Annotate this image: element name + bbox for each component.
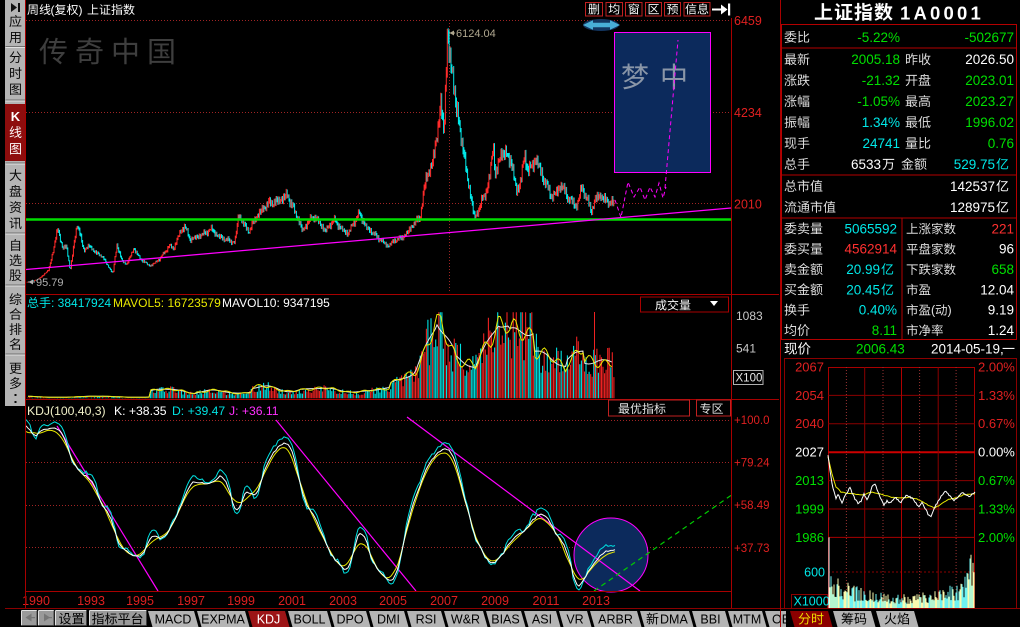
svg-text:1999: 1999 xyxy=(795,501,824,516)
svg-text:J: +36.11: J: +36.11 xyxy=(229,404,279,418)
svg-text:5065592: 5065592 xyxy=(844,221,897,236)
svg-text:1A0001: 1A0001 xyxy=(900,3,984,24)
svg-text:MACD: MACD xyxy=(155,613,192,627)
svg-text:-1.05%: -1.05% xyxy=(857,94,900,109)
svg-text:20.99: 20.99 xyxy=(846,262,880,277)
svg-text:658: 658 xyxy=(991,262,1014,277)
svg-text:1993: 1993 xyxy=(77,594,105,608)
svg-text:2010: 2010 xyxy=(734,198,762,212)
svg-text:1083: 1083 xyxy=(736,309,763,323)
svg-text:2001: 2001 xyxy=(278,594,306,608)
svg-text:BBI: BBI xyxy=(700,613,720,627)
svg-text:95.79: 95.79 xyxy=(36,277,64,289)
svg-text:DMA: DMA xyxy=(660,613,688,627)
svg-text:0.00%: 0.00% xyxy=(978,445,1015,460)
svg-text:0.67%: 0.67% xyxy=(978,473,1015,488)
svg-text:4234: 4234 xyxy=(734,106,762,120)
svg-text:2013: 2013 xyxy=(795,473,824,488)
svg-text:6533: 6533 xyxy=(851,157,881,172)
svg-text:): ) xyxy=(79,3,83,17)
svg-text:2013: 2013 xyxy=(582,594,610,608)
svg-text:(: ( xyxy=(51,3,55,17)
svg-text:-21.32: -21.32 xyxy=(862,73,900,88)
svg-text:1999: 1999 xyxy=(227,594,255,608)
svg-text:MAVOL5: 16723579: MAVOL5: 16723579 xyxy=(113,296,221,310)
svg-text:X100: X100 xyxy=(736,373,763,385)
svg-text:2005.18: 2005.18 xyxy=(851,52,900,67)
svg-text:2023.01: 2023.01 xyxy=(965,73,1014,88)
svg-text:1995: 1995 xyxy=(126,594,154,608)
svg-text:ASI: ASI xyxy=(532,613,552,627)
svg-text:2007: 2007 xyxy=(430,594,458,608)
svg-text:1.33%: 1.33% xyxy=(978,501,1015,516)
svg-text:4562914: 4562914 xyxy=(844,242,897,257)
svg-text:2005: 2005 xyxy=(379,594,407,608)
svg-text:9.19: 9.19 xyxy=(988,303,1014,318)
svg-text:2011: 2011 xyxy=(533,594,560,608)
svg-text:): ) xyxy=(948,304,952,318)
svg-text:96: 96 xyxy=(999,242,1014,257)
svg-text:2067: 2067 xyxy=(795,360,824,375)
svg-text:8.11: 8.11 xyxy=(872,323,897,338)
svg-text:2.00%: 2.00% xyxy=(978,530,1015,545)
svg-text:DMI: DMI xyxy=(377,613,400,627)
svg-text:2003: 2003 xyxy=(329,594,357,608)
svg-text:142537: 142537 xyxy=(950,179,995,194)
svg-text:1.34%: 1.34% xyxy=(862,115,900,130)
svg-text:2027: 2027 xyxy=(795,445,824,460)
svg-text:2026.50: 2026.50 xyxy=(965,52,1014,67)
svg-text:BIAS: BIAS xyxy=(491,613,520,627)
svg-text:0.76: 0.76 xyxy=(988,136,1014,151)
svg-text:KDJ: KDJ xyxy=(257,613,281,627)
svg-text:1.24: 1.24 xyxy=(988,323,1015,338)
svg-text:2054: 2054 xyxy=(795,388,824,403)
svg-text:VR: VR xyxy=(566,613,583,627)
svg-text:DPO: DPO xyxy=(336,613,363,627)
svg-text:+79.24: +79.24 xyxy=(734,458,770,470)
svg-text:1997: 1997 xyxy=(177,594,205,608)
svg-text:MTM: MTM xyxy=(733,613,761,627)
svg-text:0.67%: 0.67% xyxy=(978,416,1015,431)
svg-text:BOLL: BOLL xyxy=(294,613,326,627)
svg-text:529.75: 529.75 xyxy=(954,157,995,172)
svg-text:221: 221 xyxy=(991,221,1014,236)
svg-text:2009: 2009 xyxy=(481,594,509,608)
svg-text:2.00%: 2.00% xyxy=(978,360,1015,375)
svg-text:6459: 6459 xyxy=(734,14,762,28)
svg-text:K: +38.35: K: +38.35 xyxy=(114,404,167,418)
svg-text:2006.43: 2006.43 xyxy=(856,342,905,357)
svg-text:+100.0: +100.0 xyxy=(734,415,770,427)
svg-text:ARBR: ARBR xyxy=(598,613,633,627)
svg-text:W&R: W&R xyxy=(451,613,480,627)
svg-text:-5.22%: -5.22% xyxy=(857,30,900,45)
svg-text:KDJ(100,40,3): KDJ(100,40,3) xyxy=(27,404,106,418)
svg-text:2023.27: 2023.27 xyxy=(965,94,1014,109)
svg-text:+37.73: +37.73 xyxy=(734,543,770,555)
svg-text:1.33%: 1.33% xyxy=(978,388,1015,403)
svg-text:2040: 2040 xyxy=(795,416,824,431)
svg-text:1986: 1986 xyxy=(795,530,824,545)
svg-text:600: 600 xyxy=(804,566,825,580)
svg-text:D: +39.47: D: +39.47 xyxy=(172,404,225,418)
svg-text:20.45: 20.45 xyxy=(846,282,880,297)
svg-text:6124.04: 6124.04 xyxy=(456,28,496,40)
svg-text:24741: 24741 xyxy=(862,136,900,151)
svg-text:X1000: X1000 xyxy=(794,595,830,609)
svg-text:EXPMA: EXPMA xyxy=(201,613,245,627)
svg-text:: 38417924: : 38417924 xyxy=(51,296,111,310)
svg-text:MAVOL10: 9347195: MAVOL10: 9347195 xyxy=(222,296,330,310)
svg-text:128975: 128975 xyxy=(950,200,995,215)
svg-text:541: 541 xyxy=(736,342,756,356)
svg-text:0.40%: 0.40% xyxy=(859,303,897,318)
svg-text:K: K xyxy=(11,109,21,124)
svg-text:12.04: 12.04 xyxy=(980,282,1014,297)
svg-text:1996.02: 1996.02 xyxy=(965,115,1014,130)
svg-text:-502677: -502677 xyxy=(964,30,1014,45)
svg-text:RSI: RSI xyxy=(416,613,437,627)
svg-text:1990: 1990 xyxy=(22,594,50,608)
svg-text:+58.49: +58.49 xyxy=(734,500,770,512)
svg-text:2014-05-19,: 2014-05-19, xyxy=(931,342,1004,357)
